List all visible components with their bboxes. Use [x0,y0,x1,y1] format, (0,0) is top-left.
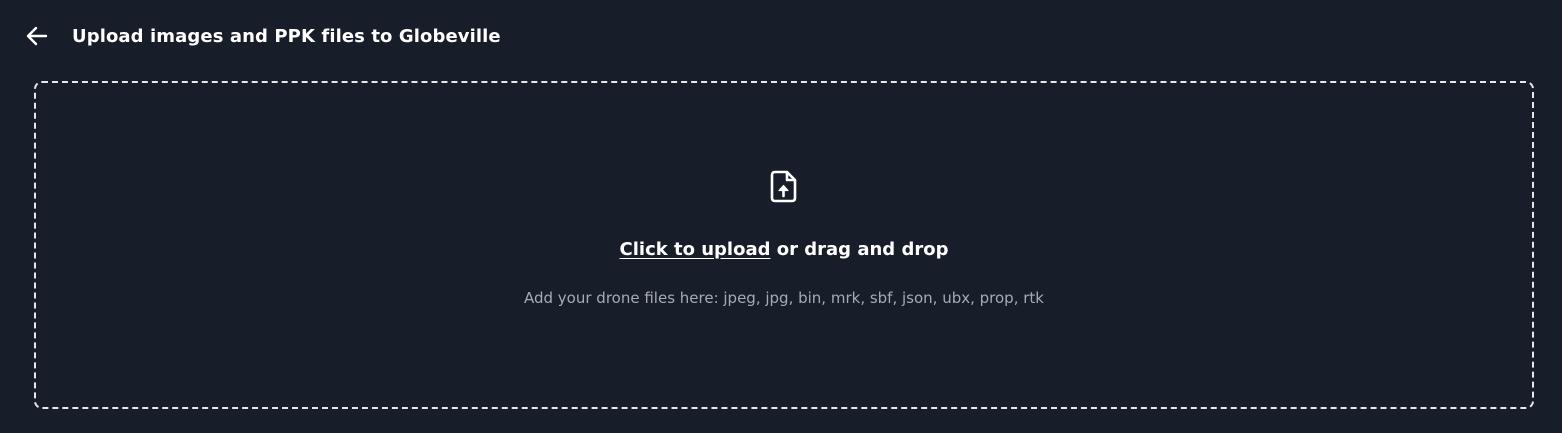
dropzone-instruction: Click to upload or drag and drop [36,239,1532,260]
file-dropzone[interactable]: Click to upload or drag and drop Add you… [34,81,1534,409]
page-header: Upload images and PPK files to Globevill… [26,20,501,52]
arrow-left-icon [26,26,48,46]
page-title: Upload images and PPK files to Globevill… [72,25,501,47]
file-upload-icon [770,170,797,203]
click-to-upload-link[interactable]: Click to upload [620,239,771,260]
drag-and-drop-text: or drag and drop [770,239,949,260]
upload-page: { "header": { "back_icon": "arrow-left-i… [0,0,1562,433]
accepted-file-types-hint: Add your drone files here: jpeg, jpg, bi… [524,289,1044,307]
back-button[interactable] [24,23,50,49]
